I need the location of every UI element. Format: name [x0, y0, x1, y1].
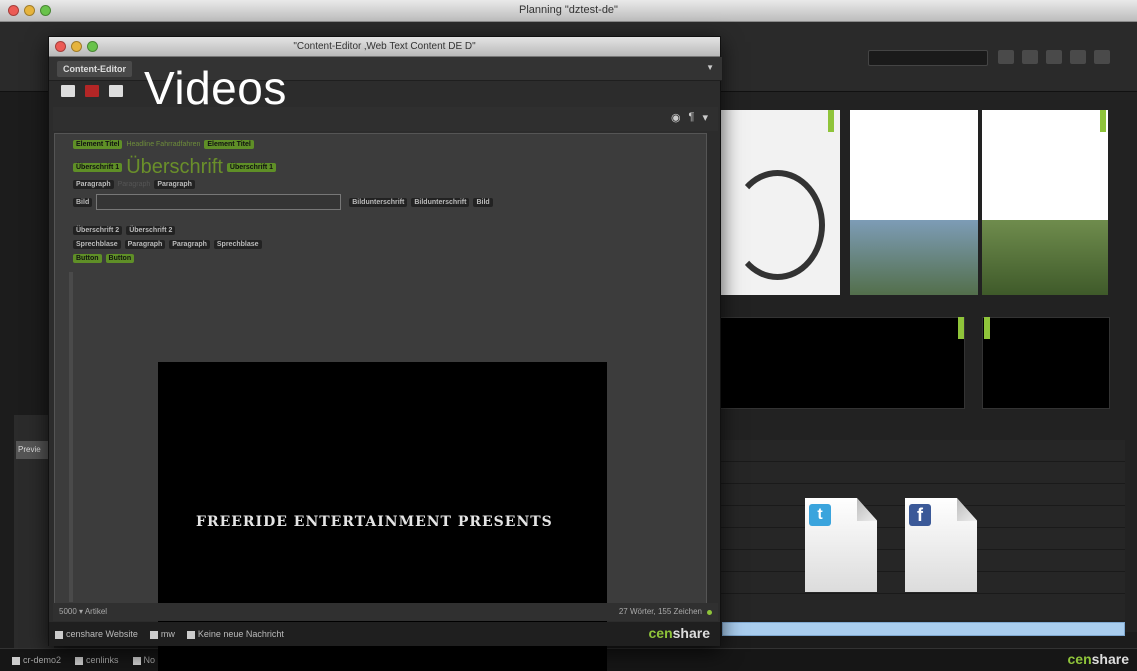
headline-text[interactable]: Headline Fahrradfahren: [126, 141, 200, 148]
chevron-down-icon[interactable]: ▼: [706, 63, 714, 72]
content-editor-window: "Content-Editor ‚Web Text Content DE D" …: [48, 36, 722, 671]
facebook-file-icon[interactable]: f: [905, 498, 977, 592]
bike-image: [730, 170, 825, 280]
document-icon[interactable]: [109, 85, 123, 97]
speech-bubble-tag[interactable]: Sprechblase: [73, 240, 121, 249]
page-thumbnail[interactable]: [850, 110, 978, 295]
front-window-titlebar: "Content-Editor ‚Web Text Content DE D": [49, 37, 720, 57]
settings-icon[interactable]: [1094, 50, 1110, 64]
green-marker: [958, 317, 964, 339]
green-marker: [984, 317, 990, 339]
status-user: cr-demo2: [12, 655, 61, 665]
caption-tag[interactable]: Bildunterschrift: [411, 197, 470, 207]
toolbar-icon-group: [998, 50, 1110, 64]
paragraph-text[interactable]: Paragraph: [118, 181, 151, 188]
speech-bubble-tag[interactable]: Sprechblase: [213, 240, 262, 249]
record-icon[interactable]: [85, 85, 99, 97]
list-item[interactable]: [720, 440, 1125, 462]
editor-icon-row: [61, 85, 123, 97]
status-dot: [707, 610, 712, 615]
green-marker: [1100, 110, 1106, 132]
page-thumbnail[interactable]: [720, 110, 840, 295]
status-user: mw: [149, 629, 175, 639]
status-links: cenlinks: [75, 655, 119, 665]
tab-preview[interactable]: Previe: [16, 441, 52, 459]
paragraph-tag[interactable]: Paragraph: [154, 180, 195, 189]
landscape-image: [850, 220, 978, 295]
chevron-down-icon[interactable]: ▾: [702, 111, 708, 124]
paragraph-tag[interactable]: Paragraph: [73, 180, 114, 189]
page-thumbnail[interactable]: [982, 317, 1110, 409]
layout-icon[interactable]: [1046, 50, 1062, 64]
caption-tag[interactable]: Bildunterschrift: [349, 197, 408, 207]
status-website[interactable]: censhare Website: [55, 629, 138, 639]
search-input[interactable]: [868, 50, 988, 66]
preview-icon[interactable]: ◉: [671, 111, 681, 124]
censhare-logo: censhare: [1067, 651, 1129, 667]
image-tag[interactable]: Bild: [473, 197, 493, 207]
grid-icon[interactable]: [1022, 50, 1038, 64]
video-title-text: FREERIDE ENTERTAINMENT PRESENTS: [196, 514, 553, 530]
front-status-bar: censhare Website mw Keine neue Nachricht: [49, 622, 720, 646]
back-window-title: Planning "dztest-de": [519, 4, 618, 16]
editor-rail: [69, 272, 73, 602]
facebook-icon: f: [909, 504, 931, 526]
front-window-title: "Content-Editor ‚Web Text Content DE D": [293, 41, 476, 52]
back-window-titlebar: Planning "dztest-de": [0, 0, 1137, 22]
editor-footer: 5000 ▾ Artikel 27 Wörter, 155 Zeichen: [53, 603, 718, 621]
twitter-icon: t: [809, 504, 831, 526]
paragraph-icon[interactable]: ¶: [689, 111, 695, 124]
button-tag[interactable]: Button: [105, 254, 135, 263]
status-messages[interactable]: Keine neue Nachricht: [186, 629, 284, 639]
editor-toolbar: ◉ ¶ ▾: [53, 107, 718, 131]
censhare-logo: censhare: [648, 625, 710, 641]
riders-image: [982, 220, 1108, 295]
view-icon[interactable]: [998, 50, 1014, 64]
word-count: 27 Wörter, 155 Zeichen: [618, 607, 702, 616]
list-item[interactable]: [720, 462, 1125, 484]
image-field[interactable]: [96, 194, 342, 210]
heading-tag[interactable]: Überschrift 1: [226, 163, 277, 172]
filter-icon[interactable]: [1070, 50, 1086, 64]
content-editor-canvas[interactable]: Element Titel Headline Fahrradfahren Ele…: [54, 133, 707, 671]
selected-row[interactable]: [722, 622, 1125, 636]
twitter-file-icon[interactable]: t: [805, 498, 877, 592]
heading-text[interactable]: Überschrift: [126, 156, 223, 179]
paragraph-tag[interactable]: Paragraph: [124, 240, 166, 249]
article-count: 5000 ▾ Artikel: [59, 607, 108, 616]
tab-content-editor[interactable]: Content-Editor: [57, 61, 132, 77]
heading-tag[interactable]: Überschrift 1: [73, 163, 123, 172]
button-tag[interactable]: Button: [73, 254, 102, 263]
paragraph-tag[interactable]: Paragraph: [169, 240, 210, 249]
heading2-tag[interactable]: Überschrift 2: [73, 226, 123, 235]
green-marker: [828, 110, 834, 132]
page-thumbnail[interactable]: [982, 110, 1108, 295]
element-tag[interactable]: Element Titel: [204, 140, 254, 149]
element-tag[interactable]: Element Titel: [73, 140, 123, 149]
page-thumbnail[interactable]: [720, 317, 965, 409]
download-icon[interactable]: [61, 85, 75, 97]
heading2-tag[interactable]: Überschrift 2: [126, 226, 176, 235]
image-tag[interactable]: Bild: [73, 197, 93, 207]
